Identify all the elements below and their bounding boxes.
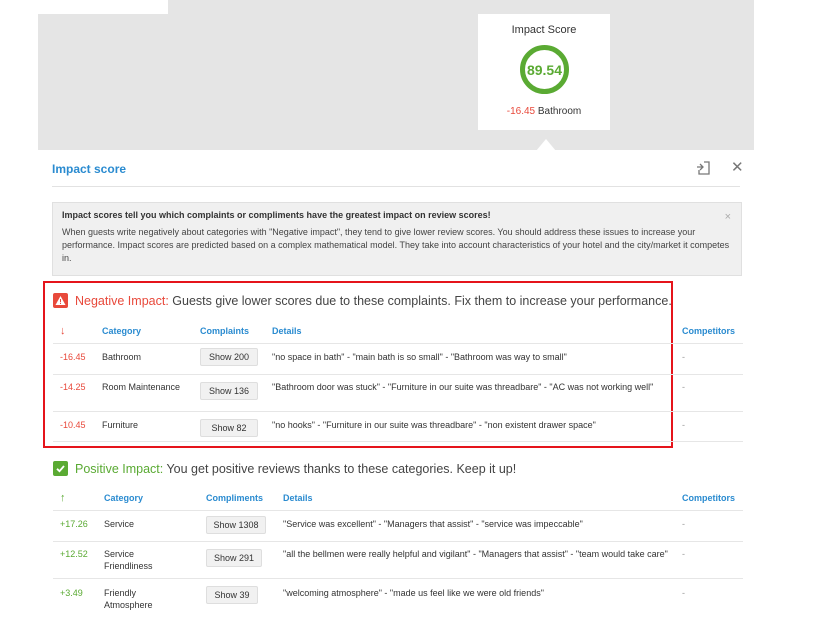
details-text: "Bathroom door was stuck" - "Furniture i… [272, 382, 654, 392]
score-top-delta: -16.45 [506, 106, 536, 117]
positive-col-compliments[interactable]: Compliments [206, 493, 263, 503]
show-complaints-button[interactable]: Show 82 [200, 419, 258, 437]
show-complaints-button[interactable]: Show 136 [200, 382, 258, 400]
negative-col-details: Details [272, 326, 302, 336]
category-name: Service Friendliness [104, 549, 153, 571]
competitors-value: - [682, 519, 685, 529]
competitors-value: - [682, 352, 685, 362]
row-divider [53, 510, 743, 511]
info-close-icon[interactable]: × [725, 211, 731, 224]
negative-impact-label: Negative Impact: [75, 293, 169, 308]
row-divider [53, 343, 743, 344]
details-text: "no space in bath" - "main bath is so sm… [272, 352, 567, 362]
positive-sort-icon[interactable]: ↑ [60, 492, 66, 504]
info-body: When guests write negatively about categ… [62, 227, 730, 263]
checkmark-icon [53, 461, 68, 476]
score-top-category: Bathroom [537, 106, 582, 117]
category-name: Furniture [102, 420, 139, 430]
background-top [38, 0, 754, 150]
warning-icon [53, 293, 68, 308]
competitors-value: - [682, 382, 685, 392]
score-value: 89.54 [526, 61, 563, 78]
row-divider [53, 411, 743, 412]
show-compliments-button[interactable]: Show 291 [206, 549, 262, 567]
impact-score: -14.25 [60, 382, 86, 392]
show-compliments-button[interactable]: Show 1308 [206, 516, 266, 534]
score-top-impact: -16.45 Bathroom [478, 106, 610, 117]
positive-col-competitors[interactable]: Competitors [682, 493, 735, 503]
category-name: Room Maintenance [102, 382, 181, 392]
competitors-value: - [682, 420, 685, 430]
panel-title: Impact score [52, 162, 127, 176]
negative-impact-text: Guests give lower scores due to these co… [168, 293, 672, 308]
negative-col-complaints[interactable]: Complaints [200, 326, 249, 336]
score-ring: 89.54 [520, 45, 569, 94]
close-icon[interactable]: ✕ [731, 158, 744, 176]
show-complaints-button[interactable]: Show 200 [200, 348, 258, 366]
category-name: Friendly Atmosphere [104, 588, 153, 610]
category-name: Bathroom [102, 352, 142, 362]
impact-score-card[interactable]: Impact Score 89.54 -16.45 Bathroom [478, 14, 610, 130]
score-card-title: Impact Score [511, 24, 577, 36]
impact-score: -16.45 [60, 352, 86, 362]
impact-score: +12.52 [60, 549, 88, 559]
row-divider [53, 541, 743, 542]
show-compliments-button[interactable]: Show 39 [206, 586, 258, 604]
competitors-value: - [682, 588, 685, 598]
background-notch [38, 0, 168, 14]
details-text: "all the bellmen were really helpful and… [283, 549, 668, 559]
impact-score: +3.49 [60, 588, 83, 598]
positive-impact-text: You get positive reviews thanks to these… [163, 461, 517, 476]
details-text: "welcoming atmosphere" - "made us feel l… [283, 588, 544, 598]
positive-impact-label: Positive Impact: [75, 461, 164, 476]
competitors-value: - [682, 549, 685, 559]
impact-score: -10.45 [60, 420, 86, 430]
negative-col-competitors[interactable]: Competitors [682, 326, 735, 336]
details-text: "Service was excellent" - "Managers that… [283, 519, 583, 529]
impact-score: +17.26 [60, 519, 88, 529]
info-box: Impact scores tell you which complaints … [52, 202, 742, 276]
category-name: Service [104, 519, 135, 529]
panel-divider [52, 186, 740, 187]
export-icon[interactable] [695, 160, 711, 176]
info-title: Impact scores tell you which complaints … [62, 210, 491, 220]
row-divider [53, 441, 743, 442]
positive-impact-header: Positive Impact: You get positive review… [53, 461, 516, 476]
negative-sort-icon[interactable]: ↓ [60, 325, 66, 337]
positive-col-details: Details [283, 493, 313, 503]
row-divider [53, 578, 743, 579]
details-text: "no hooks" - "Furniture in our suite was… [272, 420, 596, 430]
positive-col-category[interactable]: Category [104, 493, 143, 503]
negative-impact-header: Negative Impact: Guests give lower score… [53, 293, 672, 308]
negative-col-category[interactable]: Category [102, 326, 141, 336]
row-divider [53, 374, 743, 375]
